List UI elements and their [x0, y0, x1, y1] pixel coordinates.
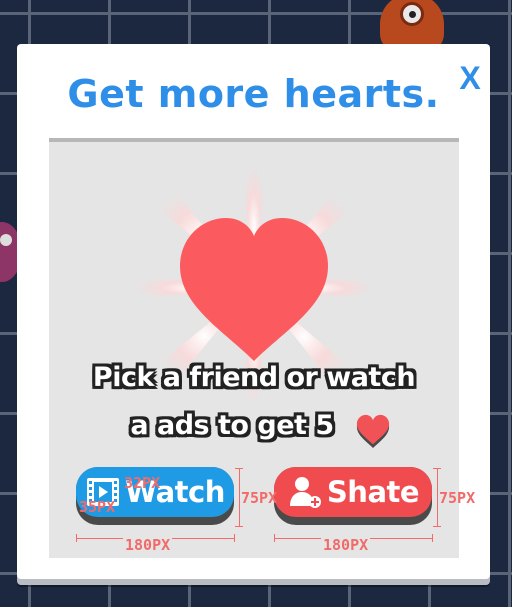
height-guide-line: [437, 468, 438, 526]
guide-tick: [433, 526, 441, 527]
share-height-annotation: 75PX: [439, 489, 476, 507]
guide-tick: [274, 534, 275, 542]
add-friend-icon: [289, 477, 321, 508]
share-button[interactable]: Shate: [274, 467, 432, 525]
heart-icon: [356, 414, 390, 448]
close-button[interactable]: X: [455, 60, 485, 96]
share-button-face[interactable]: Shate: [274, 467, 432, 517]
prompt-text-line2: a ads to get 5: [130, 410, 334, 441]
height-guide-line: [239, 468, 240, 526]
watch-width-annotation: 180PX: [123, 536, 173, 554]
monster-eye: [0, 234, 12, 246]
get-hearts-dialog: Get more hearts. X Pick a friend or watc…: [17, 44, 490, 579]
guide-tick: [432, 534, 433, 542]
prompt-text-line1: Pick a friend or watch: [92, 362, 416, 393]
share-width-annotation: 180PX: [321, 536, 371, 554]
guide-tick: [235, 526, 243, 527]
guide-tick: [234, 534, 235, 542]
icon-size-annotation: 32PX: [124, 474, 161, 492]
content-panel: Pick a friend or watch a ads to get 5 Wa…: [49, 138, 475, 558]
dialog-title: Get more hearts.: [67, 72, 440, 116]
guide-tick: [433, 468, 441, 469]
icon-size-annotation-2: 35PX: [79, 498, 116, 516]
share-button-label: Shate: [326, 475, 420, 509]
watch-height-annotation: 75PX: [241, 489, 278, 507]
guide-tick: [235, 468, 243, 469]
monster-eye: [400, 2, 424, 26]
guide-tick: [76, 534, 77, 542]
